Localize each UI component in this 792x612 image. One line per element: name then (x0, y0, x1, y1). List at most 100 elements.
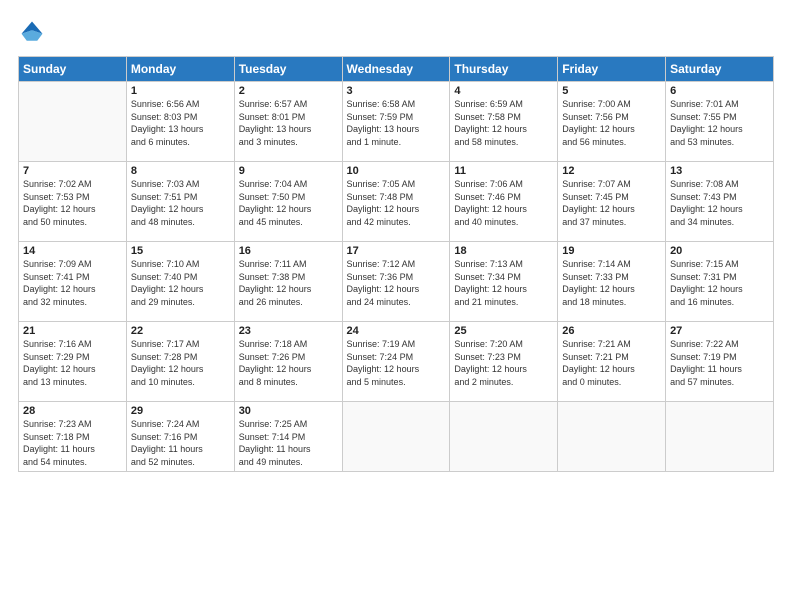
day-number: 15 (131, 245, 230, 257)
header-row: SundayMondayTuesdayWednesdayThursdayFrid… (19, 57, 774, 82)
calendar-week-row: 21Sunrise: 7:16 AM Sunset: 7:29 PM Dayli… (19, 322, 774, 402)
day-info: Sunrise: 7:14 AM Sunset: 7:33 PM Dayligh… (562, 258, 661, 308)
day-number: 4 (454, 85, 553, 97)
day-info: Sunrise: 7:03 AM Sunset: 7:51 PM Dayligh… (131, 178, 230, 228)
day-info: Sunrise: 7:04 AM Sunset: 7:50 PM Dayligh… (239, 178, 338, 228)
calendar-cell (666, 402, 774, 472)
calendar-cell: 11Sunrise: 7:06 AM Sunset: 7:46 PM Dayli… (450, 162, 558, 242)
day-info: Sunrise: 7:13 AM Sunset: 7:34 PM Dayligh… (454, 258, 553, 308)
day-info: Sunrise: 7:22 AM Sunset: 7:19 PM Dayligh… (670, 338, 769, 388)
day-info: Sunrise: 7:09 AM Sunset: 7:41 PM Dayligh… (23, 258, 122, 308)
day-number: 20 (670, 245, 769, 257)
day-info: Sunrise: 7:06 AM Sunset: 7:46 PM Dayligh… (454, 178, 553, 228)
calendar-cell: 9Sunrise: 7:04 AM Sunset: 7:50 PM Daylig… (234, 162, 342, 242)
weekday-header: Monday (126, 57, 234, 82)
calendar-cell: 22Sunrise: 7:17 AM Sunset: 7:28 PM Dayli… (126, 322, 234, 402)
weekday-header: Saturday (666, 57, 774, 82)
weekday-header: Thursday (450, 57, 558, 82)
day-info: Sunrise: 7:11 AM Sunset: 7:38 PM Dayligh… (239, 258, 338, 308)
calendar-cell: 3Sunrise: 6:58 AM Sunset: 7:59 PM Daylig… (342, 82, 450, 162)
calendar-week-row: 28Sunrise: 7:23 AM Sunset: 7:18 PM Dayli… (19, 402, 774, 472)
day-number: 29 (131, 405, 230, 417)
day-info: Sunrise: 6:56 AM Sunset: 8:03 PM Dayligh… (131, 98, 230, 148)
calendar-cell (558, 402, 666, 472)
calendar-cell: 15Sunrise: 7:10 AM Sunset: 7:40 PM Dayli… (126, 242, 234, 322)
calendar-cell: 8Sunrise: 7:03 AM Sunset: 7:51 PM Daylig… (126, 162, 234, 242)
calendar-cell (450, 402, 558, 472)
day-number: 7 (23, 165, 122, 177)
day-info: Sunrise: 7:07 AM Sunset: 7:45 PM Dayligh… (562, 178, 661, 228)
day-number: 11 (454, 165, 553, 177)
day-number: 14 (23, 245, 122, 257)
weekday-header: Friday (558, 57, 666, 82)
day-number: 10 (347, 165, 446, 177)
calendar-week-row: 7Sunrise: 7:02 AM Sunset: 7:53 PM Daylig… (19, 162, 774, 242)
day-info: Sunrise: 7:20 AM Sunset: 7:23 PM Dayligh… (454, 338, 553, 388)
day-number: 26 (562, 325, 661, 337)
day-number: 12 (562, 165, 661, 177)
calendar-cell: 17Sunrise: 7:12 AM Sunset: 7:36 PM Dayli… (342, 242, 450, 322)
day-info: Sunrise: 7:12 AM Sunset: 7:36 PM Dayligh… (347, 258, 446, 308)
day-info: Sunrise: 7:24 AM Sunset: 7:16 PM Dayligh… (131, 418, 230, 468)
calendar-cell: 18Sunrise: 7:13 AM Sunset: 7:34 PM Dayli… (450, 242, 558, 322)
calendar-cell: 21Sunrise: 7:16 AM Sunset: 7:29 PM Dayli… (19, 322, 127, 402)
calendar-cell: 30Sunrise: 7:25 AM Sunset: 7:14 PM Dayli… (234, 402, 342, 472)
calendar-cell: 2Sunrise: 6:57 AM Sunset: 8:01 PM Daylig… (234, 82, 342, 162)
calendar-week-row: 1Sunrise: 6:56 AM Sunset: 8:03 PM Daylig… (19, 82, 774, 162)
day-number: 17 (347, 245, 446, 257)
calendar-cell (342, 402, 450, 472)
calendar-cell: 26Sunrise: 7:21 AM Sunset: 7:21 PM Dayli… (558, 322, 666, 402)
calendar-cell: 29Sunrise: 7:24 AM Sunset: 7:16 PM Dayli… (126, 402, 234, 472)
calendar-cell: 13Sunrise: 7:08 AM Sunset: 7:43 PM Dayli… (666, 162, 774, 242)
day-number: 2 (239, 85, 338, 97)
day-info: Sunrise: 7:16 AM Sunset: 7:29 PM Dayligh… (23, 338, 122, 388)
day-info: Sunrise: 7:02 AM Sunset: 7:53 PM Dayligh… (23, 178, 122, 228)
calendar-cell: 20Sunrise: 7:15 AM Sunset: 7:31 PM Dayli… (666, 242, 774, 322)
weekday-header: Sunday (19, 57, 127, 82)
calendar-week-row: 14Sunrise: 7:09 AM Sunset: 7:41 PM Dayli… (19, 242, 774, 322)
day-number: 27 (670, 325, 769, 337)
day-number: 13 (670, 165, 769, 177)
logo-icon (18, 18, 46, 46)
day-info: Sunrise: 7:23 AM Sunset: 7:18 PM Dayligh… (23, 418, 122, 468)
day-info: Sunrise: 7:15 AM Sunset: 7:31 PM Dayligh… (670, 258, 769, 308)
calendar-cell: 28Sunrise: 7:23 AM Sunset: 7:18 PM Dayli… (19, 402, 127, 472)
weekday-header: Wednesday (342, 57, 450, 82)
day-info: Sunrise: 7:01 AM Sunset: 7:55 PM Dayligh… (670, 98, 769, 148)
calendar-cell: 1Sunrise: 6:56 AM Sunset: 8:03 PM Daylig… (126, 82, 234, 162)
day-number: 22 (131, 325, 230, 337)
calendar-cell: 23Sunrise: 7:18 AM Sunset: 7:26 PM Dayli… (234, 322, 342, 402)
day-number: 24 (347, 325, 446, 337)
weekday-header: Tuesday (234, 57, 342, 82)
day-number: 28 (23, 405, 122, 417)
calendar-cell: 4Sunrise: 6:59 AM Sunset: 7:58 PM Daylig… (450, 82, 558, 162)
calendar-cell: 7Sunrise: 7:02 AM Sunset: 7:53 PM Daylig… (19, 162, 127, 242)
day-number: 6 (670, 85, 769, 97)
logo (18, 18, 50, 46)
day-info: Sunrise: 7:18 AM Sunset: 7:26 PM Dayligh… (239, 338, 338, 388)
header (18, 18, 774, 46)
day-number: 5 (562, 85, 661, 97)
calendar-cell: 10Sunrise: 7:05 AM Sunset: 7:48 PM Dayli… (342, 162, 450, 242)
day-number: 3 (347, 85, 446, 97)
calendar-cell (19, 82, 127, 162)
day-info: Sunrise: 7:25 AM Sunset: 7:14 PM Dayligh… (239, 418, 338, 468)
day-info: Sunrise: 7:21 AM Sunset: 7:21 PM Dayligh… (562, 338, 661, 388)
day-number: 21 (23, 325, 122, 337)
day-number: 16 (239, 245, 338, 257)
day-number: 30 (239, 405, 338, 417)
day-number: 19 (562, 245, 661, 257)
page: SundayMondayTuesdayWednesdayThursdayFrid… (0, 0, 792, 612)
calendar-cell: 24Sunrise: 7:19 AM Sunset: 7:24 PM Dayli… (342, 322, 450, 402)
day-info: Sunrise: 7:00 AM Sunset: 7:56 PM Dayligh… (562, 98, 661, 148)
day-number: 8 (131, 165, 230, 177)
day-number: 23 (239, 325, 338, 337)
day-info: Sunrise: 7:08 AM Sunset: 7:43 PM Dayligh… (670, 178, 769, 228)
calendar-cell: 19Sunrise: 7:14 AM Sunset: 7:33 PM Dayli… (558, 242, 666, 322)
calendar-cell: 6Sunrise: 7:01 AM Sunset: 7:55 PM Daylig… (666, 82, 774, 162)
day-number: 1 (131, 85, 230, 97)
day-info: Sunrise: 7:17 AM Sunset: 7:28 PM Dayligh… (131, 338, 230, 388)
calendar-cell: 12Sunrise: 7:07 AM Sunset: 7:45 PM Dayli… (558, 162, 666, 242)
calendar-cell: 27Sunrise: 7:22 AM Sunset: 7:19 PM Dayli… (666, 322, 774, 402)
day-info: Sunrise: 7:05 AM Sunset: 7:48 PM Dayligh… (347, 178, 446, 228)
